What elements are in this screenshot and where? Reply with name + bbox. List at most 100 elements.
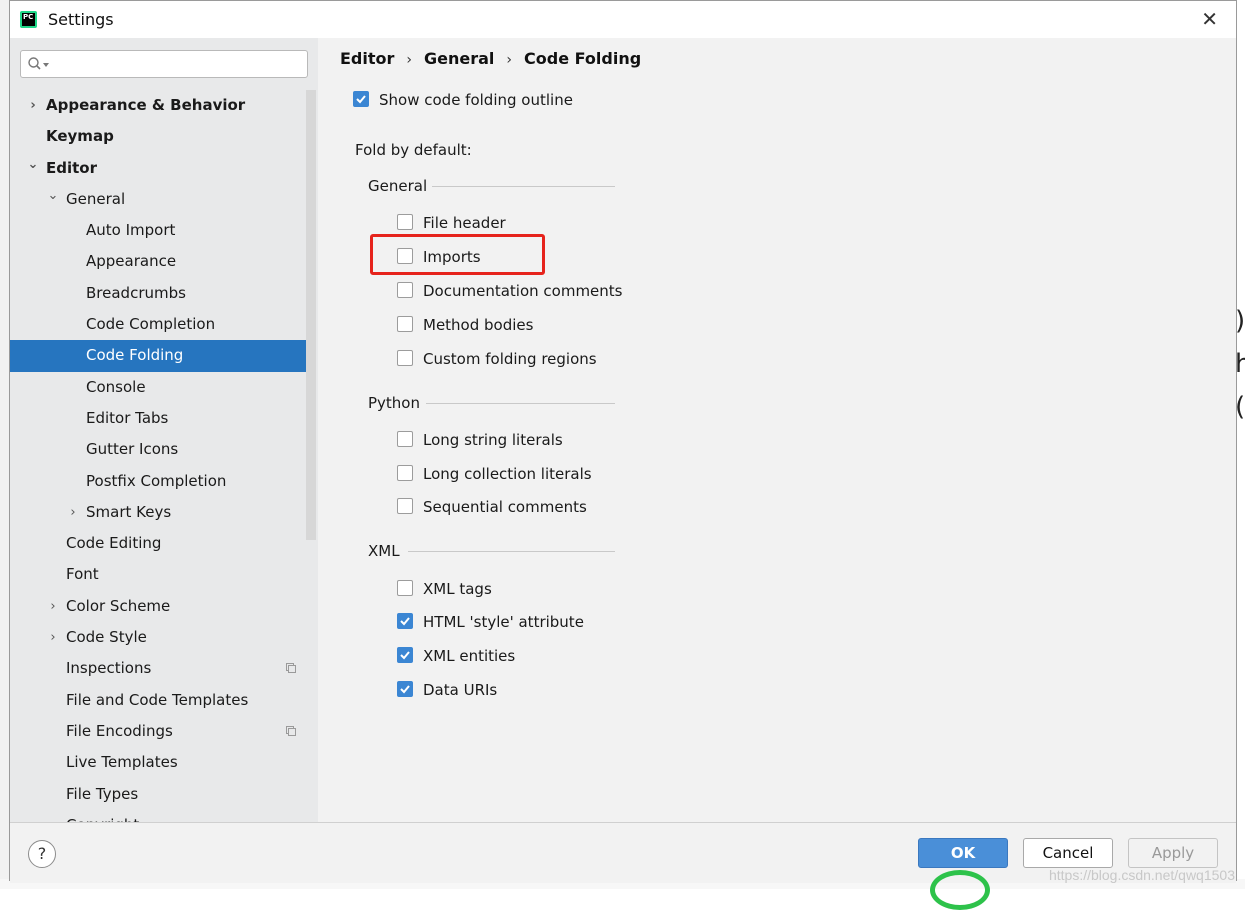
group-title-xml: XML xyxy=(368,542,400,560)
sidebar-item-color-scheme[interactable]: › Color Scheme xyxy=(10,591,306,622)
sidebar-item-label: General xyxy=(66,189,126,208)
checkbox[interactable] xyxy=(397,431,413,447)
sidebar-item-code-style[interactable]: › Code Style xyxy=(10,622,306,653)
breadcrumb-separator: › xyxy=(406,52,413,68)
apply-button[interactable]: Apply xyxy=(1128,838,1218,868)
cancel-button[interactable]: Cancel xyxy=(1023,838,1113,868)
sidebar-item-label: Auto Import xyxy=(86,221,176,240)
checkbox-label: Custom folding regions xyxy=(423,350,597,368)
group-title-python: Python xyxy=(368,394,420,412)
checkbox[interactable] xyxy=(397,465,413,481)
settings-sidebar: › Appearance & Behavior Keymap ⌄ Editor … xyxy=(10,38,318,822)
sidebar-item-postfix-completion[interactable]: Postfix Completion xyxy=(10,466,306,497)
sidebar-item-label: Postfix Completion xyxy=(86,471,227,490)
sidebar-item-font[interactable]: Font xyxy=(10,559,306,590)
sidebar-item-file-and-code-templates[interactable]: File and Code Templates xyxy=(10,685,306,716)
breadcrumb-separator: › xyxy=(506,52,513,68)
sidebar-item-smart-keys[interactable]: › Smart Keys xyxy=(10,497,306,528)
checkbox[interactable] xyxy=(397,498,413,514)
sidebar-item-live-templates[interactable]: Live Templates xyxy=(10,747,306,778)
group-divider xyxy=(432,186,615,187)
chevron-right-icon[interactable]: › xyxy=(27,90,39,121)
sidebar-scrollbar[interactable] xyxy=(306,90,316,540)
sidebar-item-label: Code Completion xyxy=(86,315,216,334)
sidebar-item-label: Color Scheme xyxy=(66,596,171,615)
sidebar-item-breadcrumbs[interactable]: Breadcrumbs xyxy=(10,278,306,309)
sidebar-item-console[interactable]: Console xyxy=(10,372,306,403)
sidebar-item-label: Appearance xyxy=(86,252,177,271)
sidebar-item-label: Code Style xyxy=(66,628,147,647)
close-button[interactable]: ✕ xyxy=(1201,7,1218,31)
help-button[interactable]: ? xyxy=(28,840,56,868)
group-title-general: General xyxy=(368,177,428,195)
sidebar-item-code-editing[interactable]: Code Editing xyxy=(10,528,306,559)
chevron-right-icon[interactable]: › xyxy=(67,497,79,528)
checkbox[interactable] xyxy=(397,282,413,298)
checkbox-label: Long collection literals xyxy=(423,465,592,483)
sidebar-item-code-completion[interactable]: Code Completion xyxy=(10,309,306,340)
sidebar-item-gutter-icons[interactable]: Gutter Icons xyxy=(10,434,306,465)
annotation-highlight-box xyxy=(370,234,545,275)
settings-tree: › Appearance & Behavior Keymap ⌄ Editor … xyxy=(10,90,306,822)
search-dropdown-icon[interactable] xyxy=(43,63,49,67)
checkbox[interactable] xyxy=(397,316,413,332)
checkbox[interactable] xyxy=(397,681,413,697)
checkbox[interactable] xyxy=(397,350,413,366)
sidebar-item-label: Keymap xyxy=(46,127,114,146)
sidebar-item-label: Appearance & Behavior xyxy=(46,96,246,114)
checkbox-label: Data URIs xyxy=(423,681,498,699)
chevron-right-icon[interactable]: › xyxy=(47,810,59,822)
sidebar-item-appearance-behavior[interactable]: › Appearance & Behavior xyxy=(10,90,306,121)
sidebar-item-label: File Types xyxy=(66,784,139,803)
sidebar-item-label: Gutter Icons xyxy=(86,440,179,459)
checkbox[interactable] xyxy=(397,214,413,230)
chevron-down-icon[interactable]: ⌄ xyxy=(27,149,39,180)
sidebar-item-label: Breadcrumbs xyxy=(86,283,186,302)
sidebar-item-label: Inspections xyxy=(66,659,152,678)
sidebar-item-label: File and Code Templates xyxy=(66,690,249,709)
checkbox[interactable] xyxy=(397,613,413,629)
checkbox-label: Documentation comments xyxy=(423,282,623,300)
sidebar-item-keymap[interactable]: Keymap xyxy=(10,121,306,152)
window-title: Settings xyxy=(48,10,114,29)
settings-content: Editor › General › Code Folding Show code fo… xyxy=(318,38,1236,822)
checkbox-label: Show code folding outline xyxy=(379,91,573,109)
sidebar-item-label: Copyright xyxy=(66,810,139,822)
project-scope-icon xyxy=(286,663,296,674)
breadcrumb-editor: Editor xyxy=(340,49,395,68)
sidebar-item-inspections[interactable]: Inspections xyxy=(10,653,306,684)
background-window-edge xyxy=(0,0,9,889)
sidebar-item-copyright[interactable]: › Copyright xyxy=(10,810,306,822)
checkbox[interactable] xyxy=(397,647,413,663)
sidebar-item-editor-tabs[interactable]: Editor Tabs xyxy=(10,403,306,434)
chevron-right-icon[interactable]: › xyxy=(47,622,59,653)
chevron-down-icon[interactable]: ⌄ xyxy=(47,180,59,211)
close-icon[interactable]: ✕ xyxy=(1201,7,1218,31)
sidebar-item-code-folding[interactable]: Code Folding xyxy=(10,340,306,372)
checkbox-label: Method bodies xyxy=(423,316,534,334)
sidebar-item-label: Smart Keys xyxy=(86,502,172,521)
search-input[interactable] xyxy=(20,50,308,78)
sidebar-item-general[interactable]: ⌄ General xyxy=(10,184,306,215)
settings-dialog: PC Settings ✕ › Appearance & Behavior Ke… xyxy=(9,0,1237,883)
sidebar-item-label: Editor Tabs xyxy=(86,408,169,427)
chevron-right-icon[interactable]: › xyxy=(47,591,59,622)
help-icon[interactable]: ? xyxy=(38,844,47,863)
project-scope-icon xyxy=(286,725,296,736)
sidebar-item-label: Code Folding xyxy=(86,346,184,365)
checkbox[interactable] xyxy=(397,580,413,596)
pycharm-icon: PC xyxy=(20,11,37,28)
title-bar: PC Settings ✕ xyxy=(10,1,1236,38)
breadcrumb: Editor › General › Code Folding xyxy=(340,49,641,68)
checkbox-label: Sequential comments xyxy=(423,498,587,516)
sidebar-item-file-types[interactable]: File Types xyxy=(10,779,306,810)
breadcrumb-general: General xyxy=(424,49,495,68)
checkbox[interactable] xyxy=(353,91,369,107)
sidebar-item-appearance[interactable]: Appearance xyxy=(10,246,306,277)
sidebar-item-label: Code Editing xyxy=(66,534,162,553)
sidebar-item-label: File Encodings xyxy=(66,721,173,740)
ok-button[interactable]: OK xyxy=(918,838,1008,868)
sidebar-item-label: Font xyxy=(66,565,99,584)
sidebar-item-file-encodings[interactable]: File Encodings xyxy=(10,716,306,747)
sidebar-item-auto-import[interactable]: Auto Import xyxy=(10,215,306,246)
